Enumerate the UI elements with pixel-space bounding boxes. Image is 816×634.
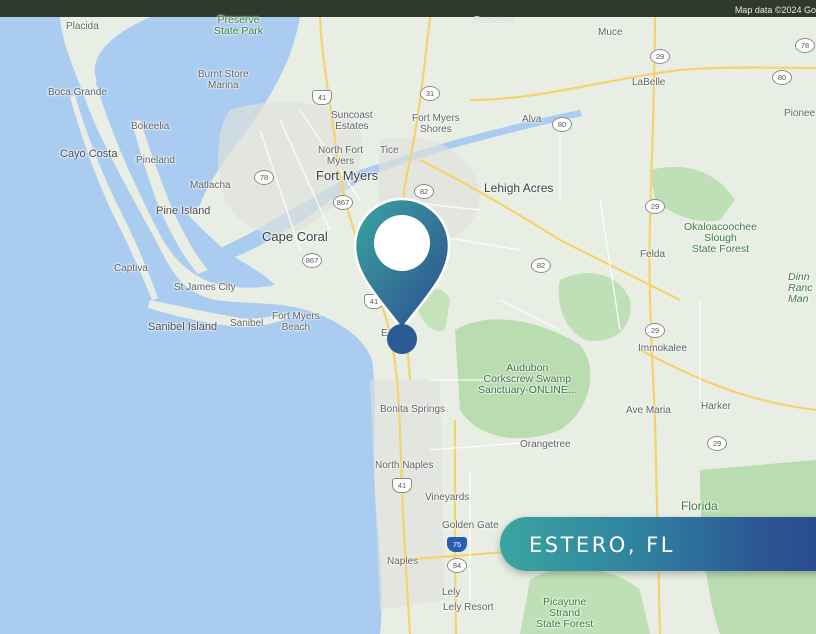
- label-alva: Alva: [522, 114, 542, 125]
- route-shield: 867: [302, 253, 322, 268]
- label-vineyards: Vineyards: [425, 492, 470, 503]
- label-north-fort-myers: North Fort Myers: [318, 145, 364, 167]
- label-fort-myers-shores: Fort Myers Shores: [412, 113, 460, 135]
- location-banner-label: ESTERO, FL: [529, 533, 675, 557]
- route-shield: 41: [392, 478, 412, 493]
- route-shield: 78: [795, 38, 815, 53]
- label-muce: Muce: [598, 27, 623, 38]
- route-shield: 84: [447, 558, 467, 573]
- label-cayo-costa: Cayo Costa: [60, 148, 118, 160]
- map-attribution[interactable]: Map data ©2024 Go: [735, 5, 816, 15]
- label-labelle: LaBelle: [632, 77, 666, 88]
- route-shield: 29: [645, 199, 665, 214]
- label-placida: Placida: [66, 21, 99, 32]
- label-matlacha: Matlacha: [190, 180, 231, 191]
- label-preserve: Preserve: [473, 14, 516, 26]
- label-burnt-store-marina: Burnt Store Marina: [198, 69, 249, 91]
- label-sanibel: Sanibel: [230, 318, 264, 329]
- label-dinner-ranch: Dinn Ranc Man: [788, 271, 813, 305]
- label-naples: Naples: [387, 556, 419, 567]
- label-lely-resort: Lely Resort: [443, 602, 494, 613]
- location-banner: ESTERO, FL: [500, 517, 816, 571]
- label-felda: Felda: [640, 249, 666, 260]
- label-sanibel-island: Sanibel Island: [148, 321, 218, 333]
- route-shield: 29: [650, 49, 670, 64]
- label-captiva: Captiva: [114, 263, 148, 274]
- label-suncoast-estates: Suncoast Estates: [331, 110, 373, 132]
- label-tice: Tice: [380, 145, 399, 156]
- route-shield: 80: [552, 117, 572, 132]
- label-golden-gate: Golden Gate: [442, 520, 499, 531]
- route-shield: 80: [772, 70, 792, 85]
- map-pin-icon[interactable]: [352, 197, 452, 357]
- label-audubon-corkscrew: Audubon Corkscrew Swamp Sanctuary-ONLINE…: [478, 362, 577, 396]
- label-fort-myers-beach: Fort Myers Beach: [272, 311, 320, 333]
- label-lely: Lely: [442, 587, 461, 598]
- route-shield: 29: [645, 323, 665, 338]
- label-picayune-strand: Picayune Strand State Forest: [536, 596, 594, 630]
- route-shield: 78: [254, 170, 274, 185]
- top-edge-imagery: [0, 0, 816, 17]
- label-orangetree: Orangetree: [520, 439, 571, 450]
- label-north-naples: North Naples: [375, 460, 434, 471]
- label-immokalee: Immokalee: [638, 343, 687, 354]
- label-preserve-state-park: Preserve State Park: [214, 14, 264, 37]
- label-st-james-city: St James City: [174, 282, 236, 293]
- label-bonita-springs: Bonita Springs: [380, 404, 446, 415]
- route-shield: 41: [312, 90, 332, 105]
- label-harker: Harker: [701, 401, 732, 412]
- label-pine-island: Pine Island: [156, 205, 211, 217]
- label-cape-coral: Cape Coral: [262, 229, 328, 244]
- label-boca-grande: Boca Grande: [48, 87, 107, 98]
- label-pineland: Pineland: [136, 155, 175, 166]
- route-shield: 867: [333, 195, 353, 210]
- route-shield: 82: [531, 258, 551, 273]
- label-okaloacoochee-slough: Okaloacoochee Slough State Forest: [684, 221, 757, 255]
- label-pioneer: Pionee: [784, 108, 816, 119]
- label-lehigh-acres: Lehigh Acres: [484, 181, 554, 195]
- label-fort-myers: Fort Myers: [316, 168, 379, 183]
- label-bokeelia: Bokeelia: [131, 121, 170, 132]
- label-florida: Florida: [681, 499, 718, 513]
- route-shield-interstate: 75: [447, 537, 467, 552]
- route-shield: 29: [707, 436, 727, 451]
- label-ave-maria: Ave Maria: [626, 405, 671, 416]
- route-shield: 31: [420, 86, 440, 101]
